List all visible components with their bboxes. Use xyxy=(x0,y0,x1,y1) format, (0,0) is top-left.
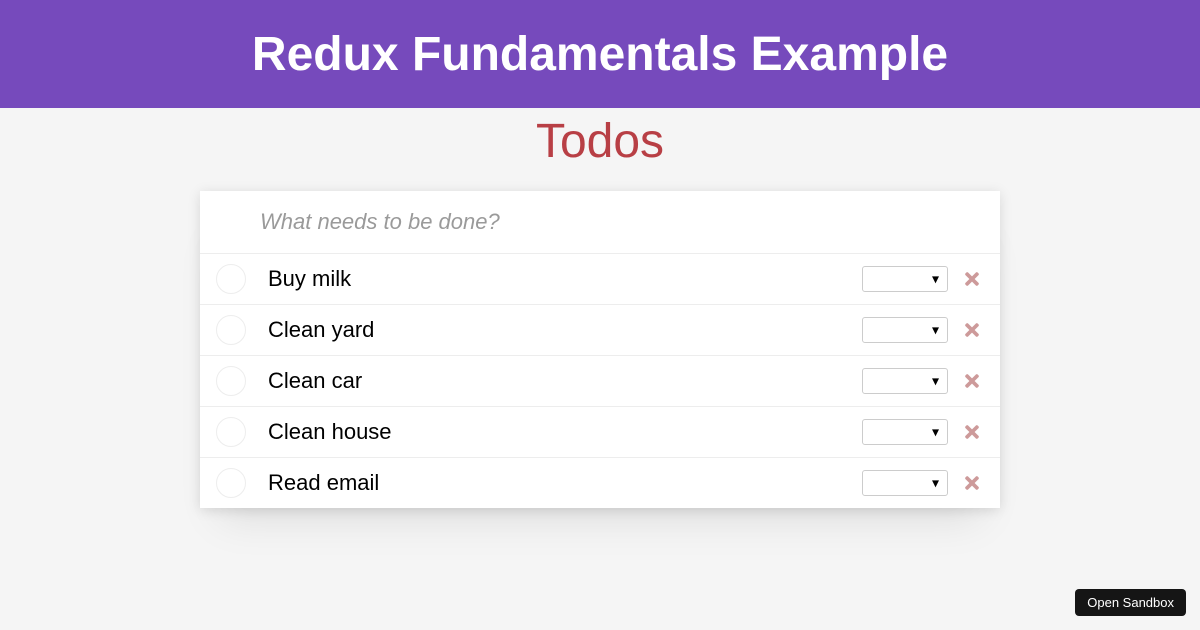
todo-text: Clean house xyxy=(268,419,862,445)
todo-item: Clean house xyxy=(200,407,1000,458)
todo-text: Read email xyxy=(268,470,862,496)
toggle-checkbox[interactable] xyxy=(216,264,246,294)
toggle-checkbox[interactable] xyxy=(216,315,246,345)
todo-text: Clean car xyxy=(268,368,862,394)
close-icon xyxy=(962,371,982,391)
close-icon xyxy=(962,473,982,493)
delete-button[interactable] xyxy=(960,471,984,495)
delete-button[interactable] xyxy=(960,318,984,342)
toggle-checkbox[interactable] xyxy=(216,468,246,498)
app-header: Redux Fundamentals Example xyxy=(0,0,1200,108)
color-select[interactable] xyxy=(862,317,948,343)
delete-button[interactable] xyxy=(960,420,984,444)
todo-text: Clean yard xyxy=(268,317,862,343)
todo-item: Read email xyxy=(200,458,1000,508)
color-select[interactable] xyxy=(862,419,948,445)
close-icon xyxy=(962,422,982,442)
todo-card: Buy milk Clean yard Clean car Clean house Re… xyxy=(200,191,1000,508)
todo-text: Buy milk xyxy=(268,266,862,292)
color-select[interactable] xyxy=(862,470,948,496)
close-icon xyxy=(962,320,982,340)
todo-item: Buy milk xyxy=(200,254,1000,305)
color-select[interactable] xyxy=(862,266,948,292)
delete-button[interactable] xyxy=(960,369,984,393)
color-select[interactable] xyxy=(862,368,948,394)
toggle-checkbox[interactable] xyxy=(216,366,246,396)
toggle-checkbox[interactable] xyxy=(216,417,246,447)
open-sandbox-button[interactable]: Open Sandbox xyxy=(1075,589,1186,616)
close-icon xyxy=(962,269,982,289)
new-todo-input[interactable] xyxy=(200,191,1000,254)
delete-button[interactable] xyxy=(960,267,984,291)
todo-list: Buy milk Clean yard Clean car Clean house Re… xyxy=(200,254,1000,508)
section-title: Todos xyxy=(0,114,1200,169)
todo-item: Clean car xyxy=(200,356,1000,407)
app-title: Redux Fundamentals Example xyxy=(252,27,948,82)
todo-item: Clean yard xyxy=(200,305,1000,356)
